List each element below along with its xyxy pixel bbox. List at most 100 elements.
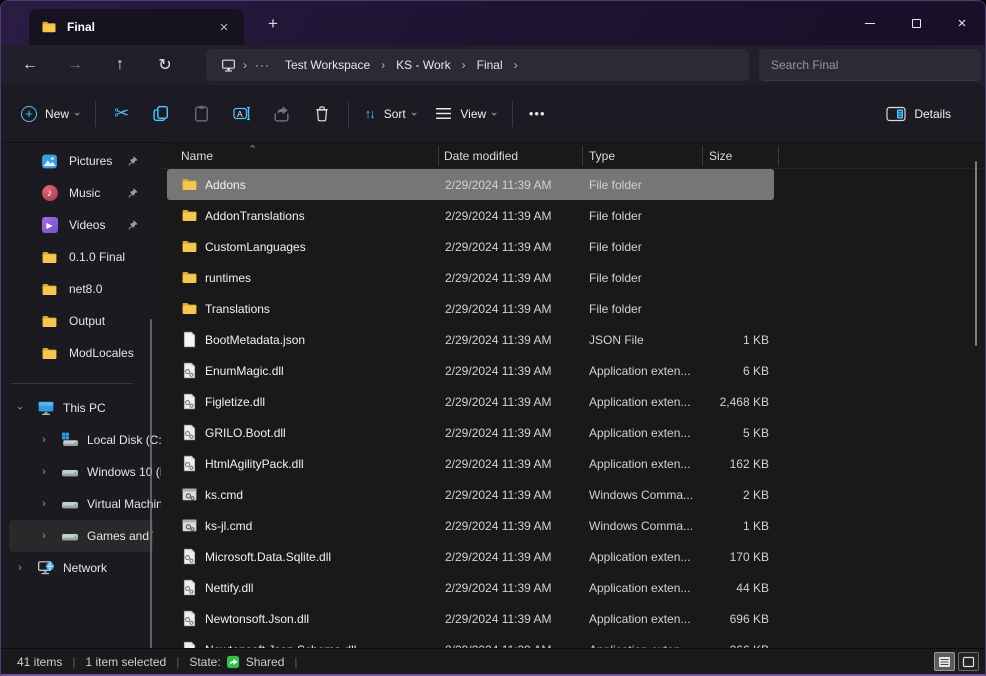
drive-icon (61, 527, 79, 545)
music-icon: ♪ (41, 185, 58, 202)
sidebar-item-games-drive[interactable]: › Games and Wo (9, 520, 153, 552)
chevron-expanded-icon[interactable]: › (14, 401, 26, 415)
breadcrumb-item-current[interactable]: Final (468, 58, 512, 72)
forward-button[interactable]: → (58, 50, 92, 80)
refresh-button[interactable]: ↻ (148, 50, 182, 80)
sidebar-item-label: Music (69, 186, 125, 200)
file-row[interactable]: BootMetadata.json 2/29/2024 11:39 AM JSO… (167, 324, 774, 355)
network-icon (37, 559, 55, 577)
sidebar-scrollbar[interactable] (150, 319, 152, 648)
file-row[interactable]: GRILO.Boot.dll 2/29/2024 11:39 AM Applic… (167, 417, 774, 448)
breadcrumb-item[interactable]: KS - Work (387, 58, 459, 72)
sidebar-item-folder[interactable]: Output (1, 305, 155, 337)
more-options-button[interactable]: ••• (519, 96, 556, 132)
file-name: CustomLanguages (205, 231, 306, 262)
file-date-modified: 2/29/2024 11:39 AM (445, 262, 552, 293)
column-header-date-modified[interactable]: Date modified (444, 143, 518, 169)
chevron-collapsed-icon[interactable]: › (37, 498, 51, 510)
ellipsis-icon: ••• (529, 106, 546, 121)
file-list-scrollbar[interactable] (975, 161, 977, 346)
column-divider[interactable] (778, 146, 779, 166)
file-row[interactable]: Nettify.dll 2/29/2024 11:39 AM Applicati… (167, 572, 774, 603)
column-divider[interactable] (702, 146, 703, 166)
back-button[interactable]: ← (13, 50, 47, 80)
sidebar-item-folder[interactable]: net8.0 (1, 273, 155, 305)
column-divider[interactable] (582, 146, 583, 166)
sidebar-item-network[interactable]: › Network (1, 552, 161, 584)
file-size: 5 KB (637, 417, 769, 448)
file-size: 1 KB (637, 510, 769, 541)
file-name: Newtonsoft.Json.Schema.dll (205, 634, 356, 648)
sort-button[interactable]: ↑↓ Sort › (355, 96, 426, 132)
file-type: File folder (589, 231, 642, 262)
file-size: 44 KB (637, 572, 769, 603)
column-header-type[interactable]: Type (589, 143, 615, 169)
file-row[interactable]: runtimes 2/29/2024 11:39 AM File folder (167, 262, 774, 293)
breadcrumb-overflow[interactable]: ··· (249, 58, 276, 72)
view-button[interactable]: View › (425, 96, 505, 132)
sidebar-item-music[interactable]: ♪ Music (1, 177, 155, 209)
new-tab-button[interactable]: + (259, 11, 287, 37)
chevron-collapsed-icon[interactable]: › (37, 466, 51, 478)
items-count: 41 items (17, 655, 62, 669)
file-type-icon (181, 579, 198, 596)
rename-button[interactable]: A (222, 96, 262, 132)
up-button[interactable]: ↑ (103, 50, 137, 80)
search-input[interactable] (769, 57, 971, 73)
sidebar-item-pictures[interactable]: Pictures (1, 145, 155, 177)
file-row[interactable]: Addons 2/29/2024 11:39 AM File folder (167, 169, 774, 200)
sidebar-item-label: Videos (69, 218, 125, 232)
details-pane-button[interactable]: Details (876, 96, 967, 132)
sidebar-item-windows-10-drive[interactable]: › Windows 10 (D (1, 456, 161, 488)
drive-icon (61, 463, 79, 481)
maximize-icon (912, 19, 921, 28)
delete-button[interactable] (302, 96, 342, 132)
minimize-button[interactable] (847, 1, 893, 45)
trash-icon (313, 104, 331, 123)
file-type-icon (181, 269, 198, 286)
sidebar-item-folder[interactable]: 0.1.0 Final (1, 241, 155, 273)
search-box[interactable] (759, 49, 981, 81)
breadcrumb[interactable]: › ··· Test Workspace › KS - Work › Final… (206, 49, 749, 81)
chevron-collapsed-icon[interactable]: › (37, 434, 51, 446)
icons-view-toggle[interactable] (958, 652, 979, 671)
cut-button[interactable]: ✂ (102, 96, 142, 132)
file-date-modified: 2/29/2024 11:39 AM (445, 324, 552, 355)
file-row[interactable]: Microsoft.Data.Sqlite.dll 2/29/2024 11:3… (167, 541, 774, 572)
this-pc-icon[interactable] (214, 57, 241, 74)
details-view-toggle[interactable] (934, 652, 955, 671)
breadcrumb-item[interactable]: Test Workspace (276, 58, 379, 72)
sidebar-item-folder[interactable]: ModLocales (1, 337, 155, 369)
file-row[interactable]: ks.cmd 2/29/2024 11:39 AM Windows Comma.… (167, 479, 774, 510)
file-row[interactable]: AddonTranslations 2/29/2024 11:39 AM Fil… (167, 200, 774, 231)
column-divider[interactable] (438, 146, 439, 166)
file-row[interactable]: CustomLanguages 2/29/2024 11:39 AM File … (167, 231, 774, 262)
close-button[interactable]: × (939, 1, 985, 45)
sidebar-item-this-pc[interactable]: › This PC (1, 392, 161, 424)
file-row[interactable]: HtmlAgilityPack.dll 2/29/2024 11:39 AM A… (167, 448, 774, 479)
sidebar-item-local-disk-c[interactable]: › Local Disk (C:) (1, 424, 161, 456)
file-size: 6 KB (637, 355, 769, 386)
file-row[interactable]: Translations 2/29/2024 11:39 AM File fol… (167, 293, 774, 324)
file-row[interactable]: EnumMagic.dll 2/29/2024 11:39 AM Applica… (167, 355, 774, 386)
file-row[interactable]: Newtonsoft.Json.dll 2/29/2024 11:39 AM A… (167, 603, 774, 634)
copy-button[interactable] (142, 96, 182, 132)
file-row[interactable]: Newtonsoft.Json.Schema.dll 2/29/2024 11:… (167, 634, 774, 648)
paste-button[interactable] (182, 96, 222, 132)
column-header-name[interactable]: Name (181, 143, 213, 169)
chevron-collapsed-icon[interactable]: › (13, 562, 27, 574)
file-type-icon (181, 517, 198, 534)
file-row[interactable]: Figletize.dll 2/29/2024 11:39 AM Applica… (167, 386, 774, 417)
sidebar-item-videos[interactable]: ▶ Videos (1, 209, 155, 241)
toolbar-divider (348, 101, 349, 127)
chevron-collapsed-icon[interactable]: › (37, 530, 51, 542)
new-button[interactable]: + New › (11, 96, 89, 132)
maximize-button[interactable] (893, 1, 939, 45)
sidebar-item-virtual-machines-drive[interactable]: › Virtual Machin (1, 488, 161, 520)
tab-close-button[interactable]: × (214, 17, 234, 37)
column-header-size[interactable]: Size (709, 143, 732, 169)
tab-final[interactable]: Final × (29, 9, 244, 45)
file-row[interactable]: ks-jl.cmd 2/29/2024 11:39 AM Windows Com… (167, 510, 774, 541)
share-button[interactable] (262, 96, 302, 132)
rename-icon: A (232, 104, 252, 123)
